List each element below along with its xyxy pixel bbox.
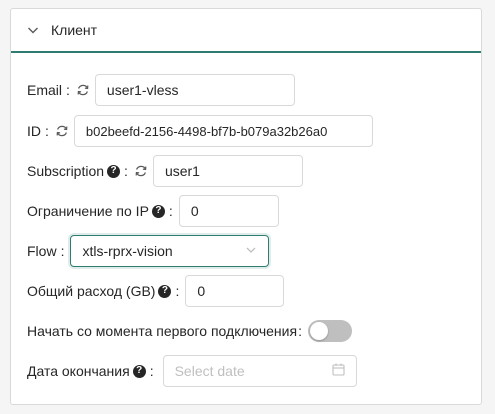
- flow-select-value: xtls-rprx-vision: [82, 243, 173, 259]
- id-colon: :: [45, 123, 49, 139]
- ip-limit-label: Ограничение по IP: [27, 203, 149, 219]
- help-icon[interactable]: ?: [158, 284, 172, 298]
- calendar-icon: [332, 363, 345, 379]
- expiry-label: Дата окончания: [27, 363, 130, 379]
- expiry-row: Дата окончания ? : Select date: [27, 355, 357, 387]
- sync-icon[interactable]: [55, 124, 69, 138]
- panel-title: Клиент: [51, 22, 98, 38]
- start-on-first-use-toggle[interactable]: [307, 320, 352, 342]
- help-icon[interactable]: ?: [151, 204, 165, 218]
- chevron-down-icon[interactable]: [27, 24, 39, 36]
- start-on-first-use-row: Начать со момента первого подключения :: [27, 315, 352, 347]
- expiry-date-picker[interactable]: Select date: [162, 355, 357, 387]
- sync-icon[interactable]: [76, 83, 90, 97]
- id-label: ID: [27, 123, 41, 139]
- ip-limit-input[interactable]: 0: [178, 195, 279, 227]
- email-label: Email: [27, 82, 63, 98]
- email-colon: :: [66, 82, 70, 98]
- client-panel-header[interactable]: Клиент: [11, 9, 481, 53]
- total-gb-row: Общий расход (GB) ? : 0: [27, 275, 285, 307]
- id-row: ID : b02beefd-2156-4498-bf7b-b079a32b26a…: [27, 115, 373, 147]
- toggle-knob: [309, 322, 328, 340]
- flow-label: Flow: [27, 243, 57, 259]
- subscription-row: Subscription ? : user1: [27, 155, 303, 187]
- client-panel: Клиент Email : user1-vless ID : b02beefd…: [10, 8, 482, 405]
- sync-icon[interactable]: [134, 164, 148, 178]
- email-input[interactable]: user1-vless: [94, 74, 295, 106]
- total-gb-colon: :: [175, 283, 180, 299]
- subscription-input[interactable]: user1: [152, 155, 303, 187]
- flow-row: Flow : xtls-rprx-vision: [27, 235, 270, 267]
- start-on-first-use-colon: :: [298, 323, 302, 339]
- flow-select[interactable]: xtls-rprx-vision: [70, 235, 270, 267]
- total-gb-label: Общий расход (GB): [27, 283, 156, 299]
- expiry-placeholder: Select date: [174, 363, 245, 379]
- total-gb-input[interactable]: 0: [185, 275, 285, 307]
- ip-limit-colon: :: [168, 203, 173, 219]
- expiry-colon: :: [149, 363, 154, 379]
- help-icon[interactable]: ?: [107, 164, 121, 178]
- id-input[interactable]: b02beefd-2156-4498-bf7b-b079a32b26a0: [73, 115, 373, 147]
- help-icon[interactable]: ?: [132, 364, 146, 378]
- subscription-label: Subscription: [27, 163, 105, 179]
- ip-limit-row: Ограничение по IP ? : 0: [27, 195, 279, 227]
- start-on-first-use-label: Начать со момента первого подключения: [27, 323, 298, 339]
- chevron-down-icon: [245, 243, 257, 259]
- email-row: Email : user1-vless: [27, 74, 295, 106]
- flow-colon: :: [60, 243, 65, 259]
- subscription-colon: :: [124, 163, 128, 179]
